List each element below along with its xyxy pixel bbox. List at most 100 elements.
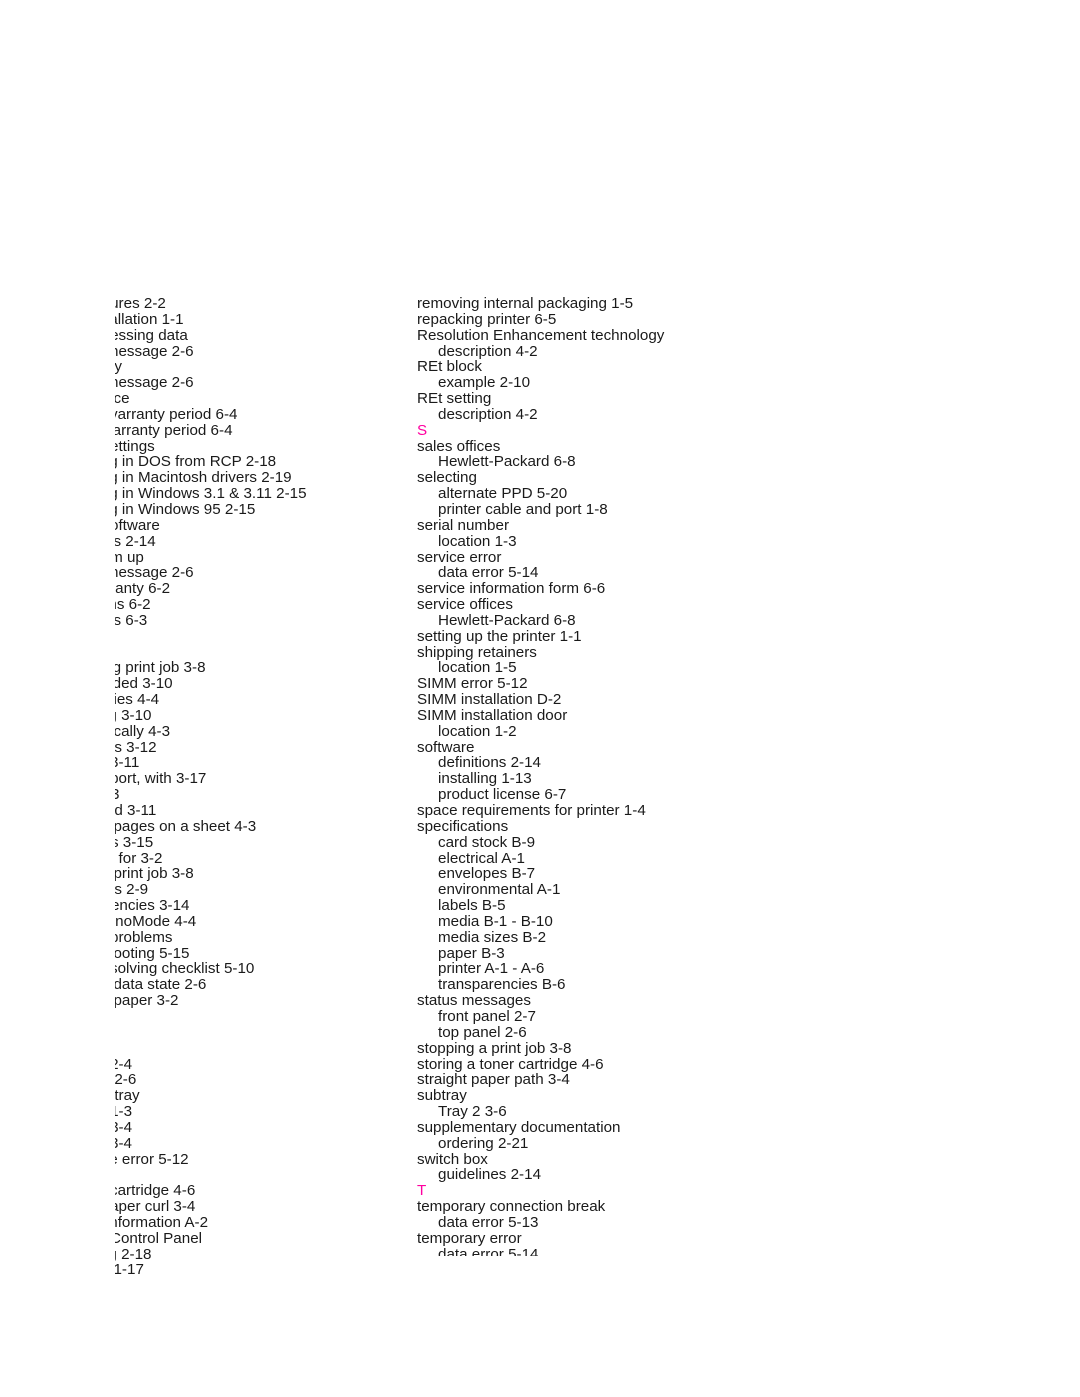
index-entry: on 2-4 [115,1055,133,1073]
index-entry: switch box [417,1150,488,1168]
index-column-right: removing internal packaging 1-5 repacking… [417,296,717,1256]
index-subentry: location 1-2 [438,722,517,740]
index-subentry: labels B-5 [438,897,506,915]
index-entry: tions 6-3 [115,611,148,629]
index-entry: opes 3-12 [115,738,157,756]
index-entry: ervice [115,390,130,408]
index-entry: SIMM error 5-12 [417,675,528,693]
index-entry: REt block [417,358,482,376]
index-subentry: example 2-10 [438,374,531,392]
index-entry: service information form 6-6 [417,580,606,598]
index-subentry: Hewlett-Packard 6-8 [438,453,576,471]
index-entry: storing a toner cartridge 4-6 [417,1055,604,1073]
index-entry: ed port, with 3-17 [115,770,207,788]
index-blank-line [115,1025,415,1041]
index-subentry: media B-1 - B-10 [438,912,553,930]
index-entry: ry information A-2 [115,1213,209,1231]
index-subentry: front panel 2-7 [438,1007,536,1025]
index-entry: REt setting [417,390,492,408]
index-blank-line [115,1009,415,1025]
index-subentry: nessage 2-6 [115,564,194,582]
index-entry: varm up [115,548,144,566]
index-subentry: problems [115,928,173,946]
index-entry: ging in DOS from RCP 2-18 [115,453,277,471]
index-subentry: location 1-5 [438,659,517,677]
index-entry: EconoMode 4-4 [115,912,197,930]
index-entry: tions 2-14 [115,532,156,550]
index-entry: able error 5-12 [115,1150,189,1168]
index-entry: service offices [417,596,513,614]
index-subentry: card stock B-9 [438,833,536,851]
index-entry: selecting [417,469,477,487]
index-entry: setting up the printer 1-1 [417,627,582,645]
index-entry: space requirements for printer 1-4 [417,802,646,819]
index-subentry: electrical A-1 [438,849,525,867]
index-entry: service error [417,548,502,566]
index-entry: subtray [417,1087,467,1105]
index-subentry: alternate PPD 5-20 [438,485,568,503]
index-subentry: envelopes B-7 [438,865,536,883]
index-entry: sales offices [417,437,501,455]
index-entry: sions 6-2 [115,596,151,614]
index-entry: g warranty period 6-4 [115,421,233,439]
index-entry: 3-13 [115,786,120,804]
index-entry: xing 3-10 [115,706,152,724]
index-entry: ng 3-4 [115,1118,133,1136]
index-subentry: ettings [115,437,155,455]
index-column-left-inner: eatures 2-2nstallation 1-1rocessing data… [115,296,415,1278]
index-entry: ging in Macintosh drivers 2-19 [115,469,292,487]
index-entry: ging in Windows 95 2-15 [115,500,256,518]
index-subentry: data error 5-14 [438,564,539,582]
index-column-left: eatures 2-2nstallation 1-1rocessing data… [115,296,415,1278]
index-entry: copies 4-4 [115,691,160,709]
index-entry: on 1-3 [115,1103,133,1121]
index-subentry: printer A-1 - A-6 [438,960,545,978]
index-subentry: varranty period 6-4 [115,405,238,423]
index-entry: ards 3-15 [115,833,154,851]
index-entry: eling print job 3-8 [115,659,206,677]
index-entry: temporary error [417,1229,522,1247]
index-entry: eshooting 5-15 [115,944,190,962]
index-entry: e sided 3-10 [115,675,173,693]
index-entry: supplementary documentation [417,1118,621,1136]
index-entry: varranty 6-2 [115,580,171,598]
index-entry: omically 4-3 [115,722,171,740]
index-entry: removing internal packaging 1-5 [417,295,634,312]
index-page: eatures 2-2nstallation 1-1rocessing data… [0,0,1080,1397]
index-entry: ole pages on a sheet 4-3 [115,817,257,835]
index-subentry: definitions 2-14 [438,754,542,772]
index-subentry: description 4-2 [438,405,538,423]
index-entry: ing 1-17 [115,1261,144,1279]
index-subentry: installing 1-13 [438,770,532,788]
index-subentry: data error 5-14 [438,1246,539,1256]
index-entry: software [417,738,475,756]
index-entry: SIMM installation door [417,706,568,724]
index-entry: ate 2-6 [115,1071,137,1089]
index-subentry: nessage 2-6 [115,374,194,392]
index-entry: shipping retainers [417,643,537,661]
index-entry: rocessing data [115,326,188,344]
index-entry: ging in Windows 3.1 & 3.11 2-15 [115,485,307,503]
index-blank-line [115,645,415,661]
index-subentry: 3-4 [115,1134,132,1152]
index-subentry: description 4-2 [438,342,538,360]
index-entry: ing print job 3-8 [115,865,194,883]
index-subentry: cartridge 4-6 [115,1182,196,1200]
index-entry: eatures 2-2 [115,296,166,312]
index-entry: temporary connection break [417,1198,606,1216]
index-entry: nstallation 1-1 [115,310,184,328]
index-subentry: Control Panel [115,1229,203,1247]
index-entry: g [115,1167,415,1183]
index-entry: Resolution Enhancement technology [417,326,665,344]
index-subentry: ordering 2-21 [438,1134,529,1152]
index-subentry: paper B-3 [438,944,505,962]
index-entry: serial number [417,516,510,534]
index-subentry: data error 5-13 [438,1213,539,1231]
index-entry: ght [115,1041,415,1057]
index-subentry: location 1-3 [438,532,517,550]
index-subentry: printer cable and port 1-8 [438,500,608,518]
index-subentry: environmental A-1 [438,881,561,899]
index-subentry: Tray 2 3-6 [438,1103,507,1121]
index-letter-heading: T [417,1182,427,1200]
index-entry: out tray [115,1087,140,1105]
